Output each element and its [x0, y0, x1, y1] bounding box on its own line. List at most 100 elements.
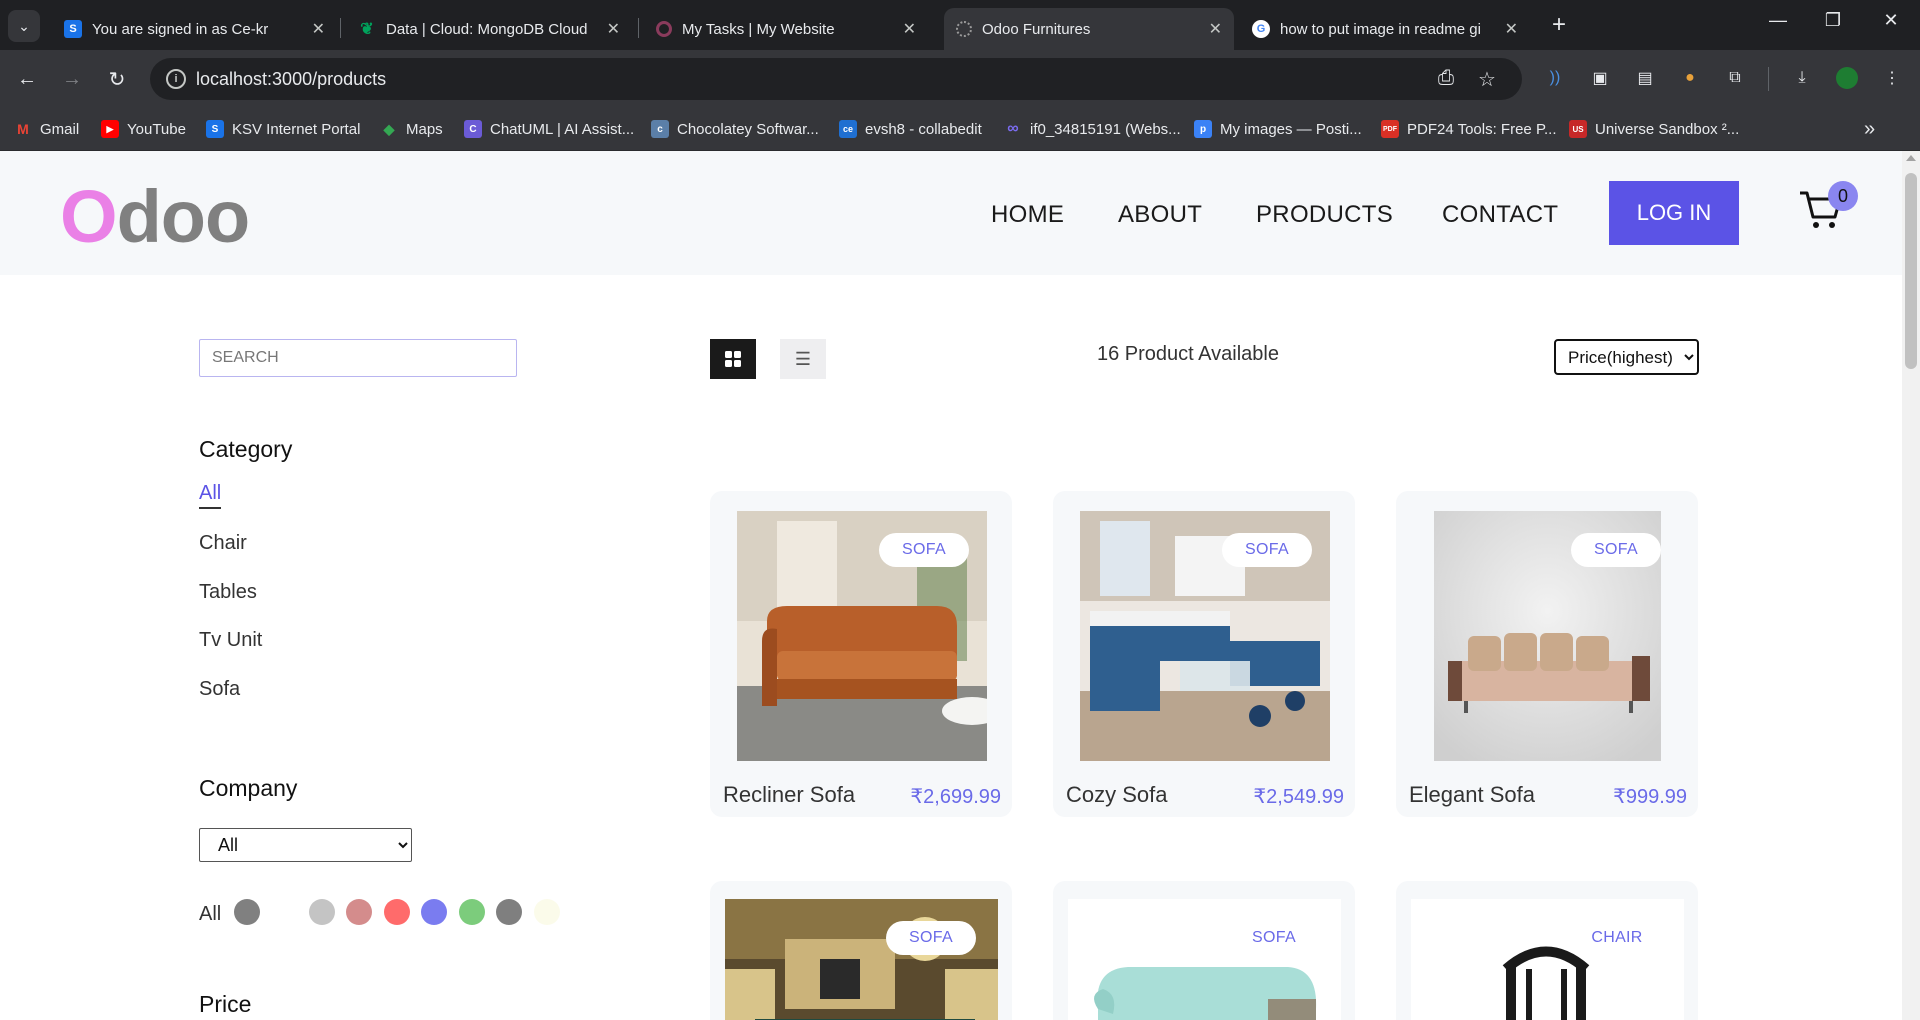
odoo-favicon-icon [956, 21, 972, 37]
product-card[interactable]: SOFA [1053, 881, 1355, 1020]
scroll-thumb[interactable] [1905, 173, 1917, 369]
color-swatch[interactable] [459, 899, 485, 925]
collabedit-icon: ce [839, 120, 857, 138]
bookmark-youtube[interactable]: ▶ YouTube [101, 116, 186, 142]
bookmark-ksv[interactable]: S KSV Internet Portal [206, 116, 360, 142]
login-button[interactable]: LOG IN [1609, 181, 1739, 245]
bookmark-infinityfree[interactable]: ∞ if0_34815191 (Webs... [1004, 116, 1180, 142]
grid-view-button[interactable] [710, 339, 756, 379]
category-tv-unit[interactable]: Tv Unit [199, 629, 262, 652]
category-badge: SOFA [1571, 533, 1661, 567]
back-arrow-icon[interactable]: ← [10, 62, 44, 96]
website-favicon-icon [656, 21, 672, 37]
bookmark-postimages[interactable]: p My images — Posti... [1194, 116, 1362, 142]
tab-search-button[interactable]: ⌄ [8, 10, 40, 42]
address-url[interactable]: localhost:3000/products [196, 69, 386, 90]
forward-arrow-icon[interactable]: → [55, 62, 89, 96]
bookmark-chocolatey[interactable]: c Chocolatey Softwar... [651, 116, 819, 142]
extensions-puzzle-icon[interactable]: ⧉ [1723, 66, 1747, 90]
download-icon[interactable]: ⤓ [1790, 66, 1814, 90]
bookmark-maps[interactable]: ◆ Maps [380, 116, 443, 142]
nav-about[interactable]: ABOUT [1118, 201, 1202, 229]
extension-screen-icon[interactable]: ▣ [1588, 66, 1612, 90]
product-card[interactable]: CHAIR [1396, 881, 1698, 1020]
extension-window-icon[interactable]: ▤ [1633, 66, 1657, 90]
close-icon[interactable]: ✕ [1505, 19, 1518, 39]
category-all[interactable]: All [199, 482, 222, 509]
company-select[interactable]: All [199, 828, 412, 862]
color-swatch[interactable] [309, 899, 335, 925]
maps-pin-icon: ◆ [383, 120, 395, 137]
category-badge: SOFA [1229, 921, 1319, 955]
list-view-button[interactable]: ☰ [780, 339, 826, 379]
bookmark-universe-sandbox[interactable]: US Universe Sandbox ²... [1569, 116, 1739, 142]
category-badge: CHAIR [1572, 921, 1662, 955]
color-swatch[interactable] [384, 899, 410, 925]
bookmarks-overflow-icon[interactable]: » [1864, 118, 1875, 141]
category-tables[interactable]: Tables [199, 581, 257, 604]
product-price: ₹999.99 [1613, 786, 1687, 808]
close-icon[interactable]: ✕ [1209, 19, 1222, 39]
product-card[interactable]: SOFA Recliner Sofa ₹2,699.99 [710, 491, 1012, 817]
bookmark-star-icon[interactable]: ☆ [1478, 67, 1496, 92]
category-sofa[interactable]: Sofa [199, 678, 240, 701]
product-card[interactable]: SOFA [710, 881, 1012, 1020]
odoo-logo[interactable]: Odoo [60, 177, 250, 257]
browser-tab-2[interactable]: ❦ Data | Cloud: MongoDB Cloud ✕ [346, 8, 632, 50]
color-filter-all[interactable]: All [199, 903, 221, 926]
sort-select[interactable]: Price(highest) [1554, 339, 1699, 375]
scroll-up-arrow-icon[interactable] [1906, 155, 1916, 161]
product-card[interactable]: SOFA Elegant Sofa ₹999.99 [1396, 491, 1698, 817]
browser-tab-4-active[interactable]: Odoo Furnitures ✕ [944, 8, 1234, 50]
product-count: 16 Product Available [1097, 343, 1279, 365]
extension-wave-icon[interactable]: )) [1543, 66, 1567, 90]
product-card[interactable]: SOFA Cozy Sofa ₹2,549.99 [1053, 491, 1355, 817]
restore-icon[interactable]: ❐ [1813, 10, 1853, 31]
pdf24-icon: PDF [1381, 120, 1399, 138]
tab-title: My Tasks | My Website [682, 20, 835, 38]
youtube-icon: ▶ [101, 120, 119, 138]
category-badge: SOFA [1222, 533, 1312, 567]
color-swatch[interactable] [496, 899, 522, 925]
minimize-icon[interactable]: — [1758, 10, 1798, 31]
close-icon[interactable]: ✕ [903, 19, 916, 39]
close-icon[interactable]: ✕ [312, 19, 325, 39]
mongodb-leaf-icon: ❦ [360, 21, 374, 38]
tab-favicon-icon: S [64, 20, 82, 38]
browser-tab-1[interactable]: S You are signed in as Ce-kr ✕ [52, 8, 337, 50]
color-swatch[interactable] [234, 899, 260, 925]
browser-tab-3[interactable]: My Tasks | My Website ✕ [644, 8, 928, 50]
product-image: SOFA [1080, 511, 1330, 761]
install-app-icon[interactable]: ⎙ [1438, 67, 1454, 90]
bookmark-pdf24[interactable]: PDF PDF24 Tools: Free P... [1381, 116, 1557, 142]
color-swatch[interactable] [346, 899, 372, 925]
category-chair[interactable]: Chair [199, 532, 247, 555]
color-swatch[interactable] [534, 899, 560, 925]
profile-avatar[interactable] [1835, 66, 1859, 90]
bookmark-gmail[interactable]: M Gmail [14, 116, 79, 142]
new-tab-plus-icon[interactable]: + [1544, 10, 1574, 40]
nav-home[interactable]: HOME [991, 201, 1064, 229]
bookmark-collabedit[interactable]: ce evsh8 - collabedit [839, 116, 982, 142]
color-swatch[interactable] [421, 899, 447, 925]
google-icon: G [1252, 20, 1270, 38]
cookie-icon[interactable]: ● [1678, 66, 1702, 90]
browser-tab-5[interactable]: G how to put image in readme gi ✕ [1240, 8, 1530, 50]
site-info-icon[interactable]: i [166, 69, 186, 89]
tab-title: Data | Cloud: MongoDB Cloud [386, 20, 588, 38]
reload-icon[interactable]: ↻ [100, 62, 134, 96]
close-icon[interactable]: ✕ [607, 19, 620, 39]
window-close-icon[interactable]: ✕ [1871, 10, 1911, 31]
product-image: SOFA [737, 511, 987, 761]
chocolatey-icon: c [651, 120, 669, 138]
address-bar[interactable]: i localhost:3000/products ⎙ ☆ [150, 58, 1522, 100]
nav-products[interactable]: PRODUCTS [1256, 201, 1393, 229]
bookmark-chatuml[interactable]: C ChatUML | AI Assist... [464, 116, 634, 142]
browser-tabbar: ⌄ S You are signed in as Ce-kr ✕ ❦ Data … [0, 0, 1920, 50]
page-scrollbar[interactable] [1902, 151, 1920, 1020]
search-input[interactable] [199, 339, 517, 377]
product-price: ₹2,699.99 [910, 786, 1001, 808]
browser-menu-icon[interactable]: ⋮ [1880, 66, 1904, 90]
nav-contact[interactable]: CONTACT [1442, 201, 1558, 229]
browser-toolbar: ← → ↻ i localhost:3000/products ⎙ ☆ )) ▣… [0, 50, 1920, 108]
